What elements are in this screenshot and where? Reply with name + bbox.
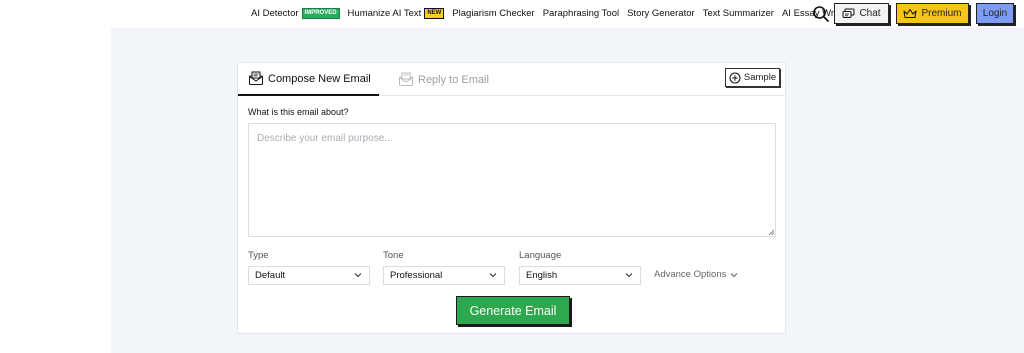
chevron-down-icon [489, 273, 497, 278]
advance-options-toggle[interactable]: Advance Options [654, 269, 738, 280]
new-badge: NEW [424, 8, 445, 19]
generate-email-button[interactable]: Generate Email [456, 296, 570, 325]
reply-email-icon [399, 72, 413, 86]
crown-icon [903, 9, 917, 18]
nav-story-label: Story Generator [627, 8, 695, 19]
login-button[interactable]: Login [976, 3, 1014, 24]
nav-links: AI Detector IMPROVED Humanize AI Text NE… [251, 8, 855, 19]
type-label: Type [248, 250, 269, 261]
improved-badge: IMPROVED [301, 8, 340, 19]
email-question-label: What is this email about? [248, 107, 349, 117]
chat-button-label: Chat [859, 8, 881, 19]
compose-email-icon [249, 71, 263, 85]
email-generator-card: Compose New Email Reply to Email Sample … [237, 62, 786, 334]
premium-button-label: Premium [921, 8, 962, 19]
sample-button-label: Sample [743, 72, 777, 83]
nav-plagiarism-checker[interactable]: Plagiarism Checker [452, 8, 534, 19]
nav-summarizer-label: Text Summarizer [702, 8, 774, 19]
plus-circle-icon [729, 72, 741, 83]
advance-options-label: Advance Options [654, 269, 727, 280]
nav-humanize-label: Humanize AI Text [347, 8, 422, 19]
language-select-value: English [526, 270, 558, 281]
type-select[interactable]: Default [248, 266, 370, 285]
language-label: Language [519, 250, 562, 261]
chevron-down-icon [625, 273, 633, 278]
chat-icon [842, 8, 855, 18]
nav-paraphrasing-label: Paraphrasing Tool [542, 8, 620, 19]
chat-button[interactable]: Chat [834, 3, 889, 24]
nav-ai-detector[interactable]: AI Detector IMPROVED [251, 8, 340, 19]
premium-button[interactable]: Premium [896, 3, 969, 24]
type-select-value: Default [255, 270, 286, 281]
nav-humanize-ai-text[interactable]: Humanize AI Text NEW [348, 8, 445, 19]
tone-label: Tone [383, 250, 404, 261]
email-mode-tabs: Compose New Email Reply to Email Sample [238, 63, 785, 96]
sample-button[interactable]: Sample [725, 68, 780, 87]
email-purpose-input[interactable] [248, 123, 776, 237]
tab-compose-new-email[interactable]: Compose New Email [238, 63, 379, 96]
tone-select[interactable]: Professional [383, 266, 505, 285]
tab-reply-label: Reply to Email [418, 73, 489, 86]
tone-select-value: Professional [390, 270, 443, 281]
nav-paraphrasing-tool[interactable]: Paraphrasing Tool [543, 8, 619, 19]
nav-ai-detector-label: AI Detector [251, 8, 299, 19]
chevron-down-icon [730, 272, 738, 277]
search-icon[interactable] [812, 5, 830, 23]
login-button-label: Login [982, 8, 1008, 19]
language-select[interactable]: English [519, 266, 641, 285]
tab-compose-label: Compose New Email [268, 72, 371, 85]
nav-plagiarism-label: Plagiarism Checker [452, 8, 535, 19]
generate-email-label: Generate Email [469, 303, 557, 318]
resize-handle-icon[interactable] [768, 229, 774, 235]
chevron-down-icon [354, 273, 362, 278]
top-navigation-bar: AI Detector IMPROVED Humanize AI Text NE… [0, 0, 1024, 28]
nav-text-summarizer[interactable]: Text Summarizer [703, 8, 774, 19]
nav-story-generator[interactable]: Story Generator [627, 8, 695, 19]
tab-reply-to-email[interactable]: Reply to Email [398, 63, 518, 96]
